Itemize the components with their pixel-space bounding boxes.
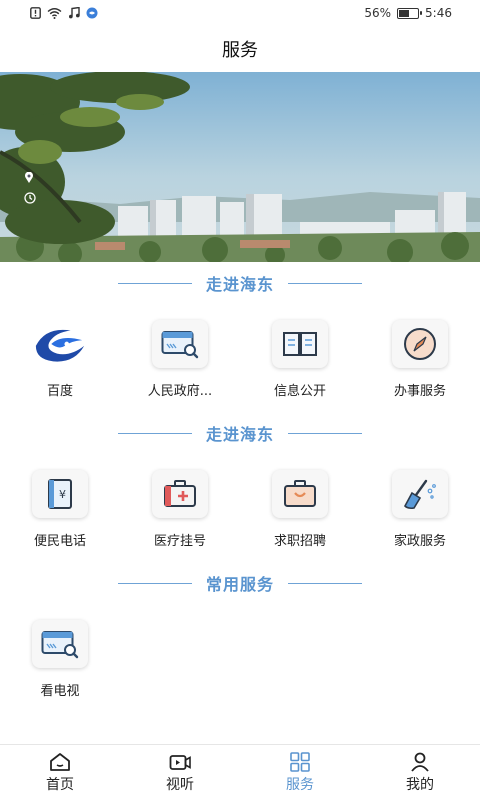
status-right: 56% 5:46 xyxy=(364,6,452,20)
section-divider-left xyxy=(117,282,192,284)
compass-icon xyxy=(392,320,448,368)
nav-label: 视听 xyxy=(166,776,194,793)
section-divider-left xyxy=(117,582,192,584)
nav-tab-mine[interactable]: 我的 xyxy=(360,745,480,800)
nav-tab-video[interactable]: 视听 xyxy=(120,745,240,800)
service-item-label: 便民电话 xyxy=(33,534,86,549)
video-icon xyxy=(169,754,191,770)
section-divider-right xyxy=(288,432,362,434)
service-item-medical[interactable]: 医疗挂号 xyxy=(120,470,240,560)
baidu-logo-icon xyxy=(32,320,88,368)
section-title-1: 走进海东 xyxy=(0,271,480,295)
service-item-label: 看电视 xyxy=(40,684,80,699)
nav-label: 首页 xyxy=(46,776,74,793)
service-item-baidu[interactable]: 百度 xyxy=(0,320,120,410)
user-icon xyxy=(411,752,429,772)
service-item-label: 家政服务 xyxy=(393,534,446,549)
page-title: 服务 xyxy=(222,40,258,61)
section-title-2: 走进海东 xyxy=(0,421,480,445)
section-divider-right xyxy=(288,582,362,584)
section-title-text: 常用服务 xyxy=(205,575,274,594)
location-pin-icon xyxy=(24,172,36,184)
app-icon xyxy=(86,7,98,19)
nav-tab-service[interactable]: 服务 xyxy=(240,745,360,800)
book-icon xyxy=(272,320,328,368)
medical-kit-icon xyxy=(152,470,208,518)
status-bar: 56% 5:46 xyxy=(0,0,480,26)
nav-tab-home[interactable]: 首页 xyxy=(0,745,120,800)
grid-icon xyxy=(290,751,310,772)
status-left xyxy=(30,7,98,19)
section-divider-left xyxy=(117,432,192,434)
battery-percent: 56% xyxy=(364,6,392,20)
battery-fill xyxy=(399,9,410,17)
banner-photo xyxy=(0,72,480,262)
clock-icon xyxy=(24,192,36,204)
service-page: 56% 5:46 服务 走进海东 百度 人民政府... 信息公开 办事服务 走进… xyxy=(0,0,480,800)
service-item-jobs[interactable]: 求职招聘 xyxy=(240,470,360,560)
service-item-label: 信息公开 xyxy=(273,384,326,399)
svg-text:¥: ¥ xyxy=(59,488,66,501)
tv-card-icon xyxy=(32,620,88,668)
service-item-label: 求职招聘 xyxy=(273,534,326,549)
section-title-text: 走进海东 xyxy=(205,275,274,294)
service-item-label: 办事服务 xyxy=(393,384,446,399)
home-icon xyxy=(50,752,70,771)
nav-label: 我的 xyxy=(406,776,434,793)
section-title-text: 走进海东 xyxy=(205,425,274,444)
music-icon xyxy=(69,7,80,19)
service-item-phone[interactable]: ¥ 便民电话 xyxy=(0,470,120,560)
service-item-info-public[interactable]: 信息公开 xyxy=(240,320,360,410)
clock: 5:46 xyxy=(425,6,452,20)
wifi-icon xyxy=(47,8,62,19)
service-item-housekeeping[interactable]: 家政服务 xyxy=(360,470,480,560)
service-item-label: 医疗挂号 xyxy=(153,534,206,549)
card-search-icon xyxy=(152,320,208,368)
bottom-nav: 首页 视听 服务 我的 xyxy=(0,744,480,800)
phone-book-icon: ¥ xyxy=(32,470,88,518)
service-item-label: 人民政府... xyxy=(147,384,213,399)
briefcase-icon xyxy=(272,470,328,518)
service-item-tv[interactable]: 看电视 xyxy=(0,620,120,710)
service-item-government[interactable]: 人民政府... xyxy=(120,320,240,410)
section-divider-right xyxy=(288,282,362,284)
section-grid-3: 看电视 xyxy=(0,620,480,710)
sim-alert-icon xyxy=(30,7,41,19)
section-grid-2: ¥ 便民电话 医疗挂号 求职招聘 家政服务 xyxy=(0,470,480,560)
section-title-3: 常用服务 xyxy=(0,571,480,595)
battery-icon xyxy=(397,7,423,19)
broom-icon xyxy=(392,470,448,518)
banner-image[interactable] xyxy=(0,72,480,262)
section-grid-1: 百度 人民政府... 信息公开 办事服务 xyxy=(0,320,480,410)
service-item-label: 百度 xyxy=(46,384,73,399)
service-item-affairs[interactable]: 办事服务 xyxy=(360,320,480,410)
nav-label: 服务 xyxy=(286,776,314,793)
